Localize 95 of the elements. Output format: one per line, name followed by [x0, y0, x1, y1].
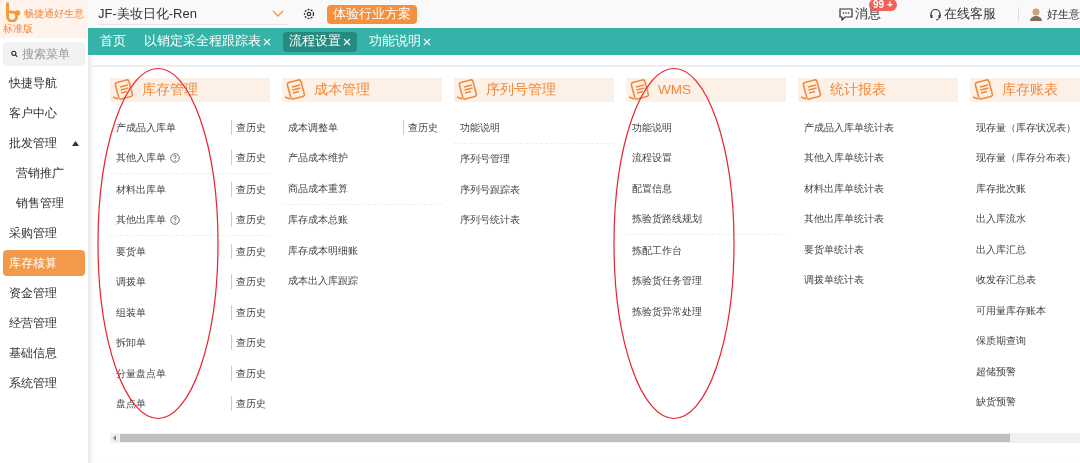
menu-link[interactable]: 配置信息	[632, 180, 672, 196]
sidebar-item[interactable]: 批发管理	[3, 130, 85, 156]
help-icon[interactable]	[170, 152, 180, 163]
menu-link[interactable]: 拣验货异常处理	[632, 303, 702, 319]
search-icon	[11, 49, 18, 59]
menu-link[interactable]: 其他入库单统计表	[804, 150, 884, 166]
history-link[interactable]: 查历史	[231, 274, 266, 290]
chevron-down-icon	[272, 9, 284, 18]
clipboard-icon	[972, 79, 996, 101]
section-header: 序列号管理	[454, 78, 614, 102]
clipboard-icon	[112, 79, 136, 101]
menu-link[interactable]: 缺货预警	[976, 394, 1016, 410]
menu-link[interactable]: 功能说明	[632, 119, 672, 135]
close-icon[interactable]	[343, 37, 351, 46]
menu-link[interactable]: 库存成本明细账	[288, 242, 358, 258]
sidebar-item[interactable]: 资金管理	[3, 280, 85, 306]
account-select[interactable]: JF-美妆日化-Ren	[98, 3, 288, 25]
menu-link[interactable]: 商品成本重算	[288, 180, 348, 196]
sidebar-item[interactable]: 经营管理	[3, 310, 85, 336]
menu-link[interactable]: 其他出库单统计表	[804, 211, 884, 227]
brand-name: 畅捷通好生意	[24, 8, 84, 19]
clipboard-icon	[284, 79, 308, 101]
menu-link[interactable]: 拣验货任务管理	[632, 273, 702, 289]
menu-link[interactable]: 材料出库单统计表	[804, 180, 884, 196]
avatar-icon[interactable]	[1029, 7, 1043, 21]
sidebar-item[interactable]: 客户中心	[3, 100, 85, 126]
menu-link[interactable]: 现存量（库存分布表）	[976, 150, 1076, 166]
clipboard-icon	[628, 79, 652, 101]
menu-link[interactable]: 可用量库存账本	[976, 302, 1046, 318]
menu-link[interactable]: 产成品入库单统计表	[804, 119, 894, 135]
sidebar-subitem[interactable]: 营销推广	[3, 160, 85, 186]
tab[interactable]: 流程设置	[283, 31, 357, 52]
menu-link[interactable]: 序列号管理	[460, 151, 510, 167]
history-link[interactable]: 查历史	[231, 243, 266, 259]
headset-icon	[929, 7, 942, 21]
menu-link[interactable]: 调拨单	[116, 274, 146, 290]
menu-link[interactable]: 材料出库单	[116, 181, 166, 197]
menu-link[interactable]: 调拨单统计表	[804, 272, 864, 288]
search-input[interactable]: 搜索菜单	[22, 45, 77, 63]
menu-link[interactable]: 库存批次账	[976, 180, 1026, 196]
sidebar-subitem[interactable]: 销售管理	[3, 190, 85, 216]
menu-link[interactable]: 成本出入库跟踪	[288, 273, 358, 289]
history-link[interactable]: 查历史	[231, 181, 266, 197]
clipboard-icon	[456, 79, 480, 101]
menu-link[interactable]: 拣验货路线规划	[632, 211, 702, 227]
menu-link[interactable]: 序列号跟踪表	[460, 181, 520, 197]
sidebar-item[interactable]: 快捷导航	[3, 70, 85, 96]
menu-link[interactable]: 拣配工作台	[632, 242, 682, 258]
sidebar-item[interactable]: 基础信息	[3, 340, 85, 366]
horizontal-scrollbar[interactable]	[110, 433, 1080, 443]
help-icon[interactable]	[170, 214, 180, 225]
menu-link[interactable]: 组装单	[116, 304, 146, 320]
history-link[interactable]: 查历史	[231, 396, 266, 412]
history-link[interactable]: 查历史	[403, 119, 438, 135]
menu-link[interactable]: 流程设置	[632, 150, 672, 166]
caret-up-icon	[72, 140, 79, 146]
menu-link[interactable]: 拆卸单	[116, 335, 146, 351]
user-name: 好生意	[1047, 6, 1080, 22]
menu-link[interactable]: 其他入库单	[116, 150, 166, 166]
search-field[interactable]: 搜索菜单	[3, 42, 85, 66]
logo-icon	[3, 2, 23, 22]
menu-link[interactable]: 收发存汇总表	[976, 272, 1036, 288]
clipboard-icon	[800, 79, 824, 101]
settings-icon[interactable]	[303, 8, 315, 20]
menu-link[interactable]: 要货单统计表	[804, 241, 864, 257]
section-header: WMS	[626, 78, 786, 102]
menu-link[interactable]: 出入库流水	[976, 211, 1026, 227]
history-link[interactable]: 查历史	[231, 304, 266, 320]
history-link[interactable]: 查历史	[231, 365, 266, 381]
menu-link[interactable]: 现存量（库存状况表）	[976, 119, 1076, 135]
history-link[interactable]: 查历史	[231, 119, 266, 135]
menu-link[interactable]: 超储预警	[976, 363, 1016, 379]
section-header: 统计报表	[798, 78, 958, 102]
section-header: 成本管理	[282, 78, 442, 102]
section-header: 库存账表	[970, 78, 1080, 102]
menu-link[interactable]: 要货单	[116, 243, 146, 259]
close-icon[interactable]	[263, 37, 271, 46]
sidebar-item[interactable]: 系统管理	[3, 370, 85, 396]
history-link[interactable]: 查历史	[231, 212, 266, 228]
menu-link[interactable]: 产品成本维护	[288, 150, 348, 166]
close-icon[interactable]	[423, 37, 431, 46]
menu-link[interactable]: 产成品入库单	[116, 119, 176, 135]
edition-label: 标准版	[3, 23, 33, 34]
menu-link[interactable]: 功能说明	[460, 119, 500, 135]
history-link[interactable]: 查历史	[231, 150, 266, 166]
menu-link[interactable]: 成本调整单	[288, 119, 338, 135]
chat-icon[interactable]	[839, 7, 853, 21]
history-link[interactable]: 查历史	[231, 335, 266, 351]
menu-link[interactable]: 出入库汇总	[976, 241, 1026, 257]
menu-link[interactable]: 库存成本总账	[288, 212, 348, 228]
sidebar-item[interactable]: 采购管理	[3, 220, 85, 246]
menu-link[interactable]: 保质期查询	[976, 333, 1026, 349]
support-link[interactable]: 在线客服	[944, 4, 996, 24]
menu-link[interactable]: 其他出库单	[116, 212, 166, 228]
menu-link[interactable]: 序列号统计表	[460, 212, 520, 228]
